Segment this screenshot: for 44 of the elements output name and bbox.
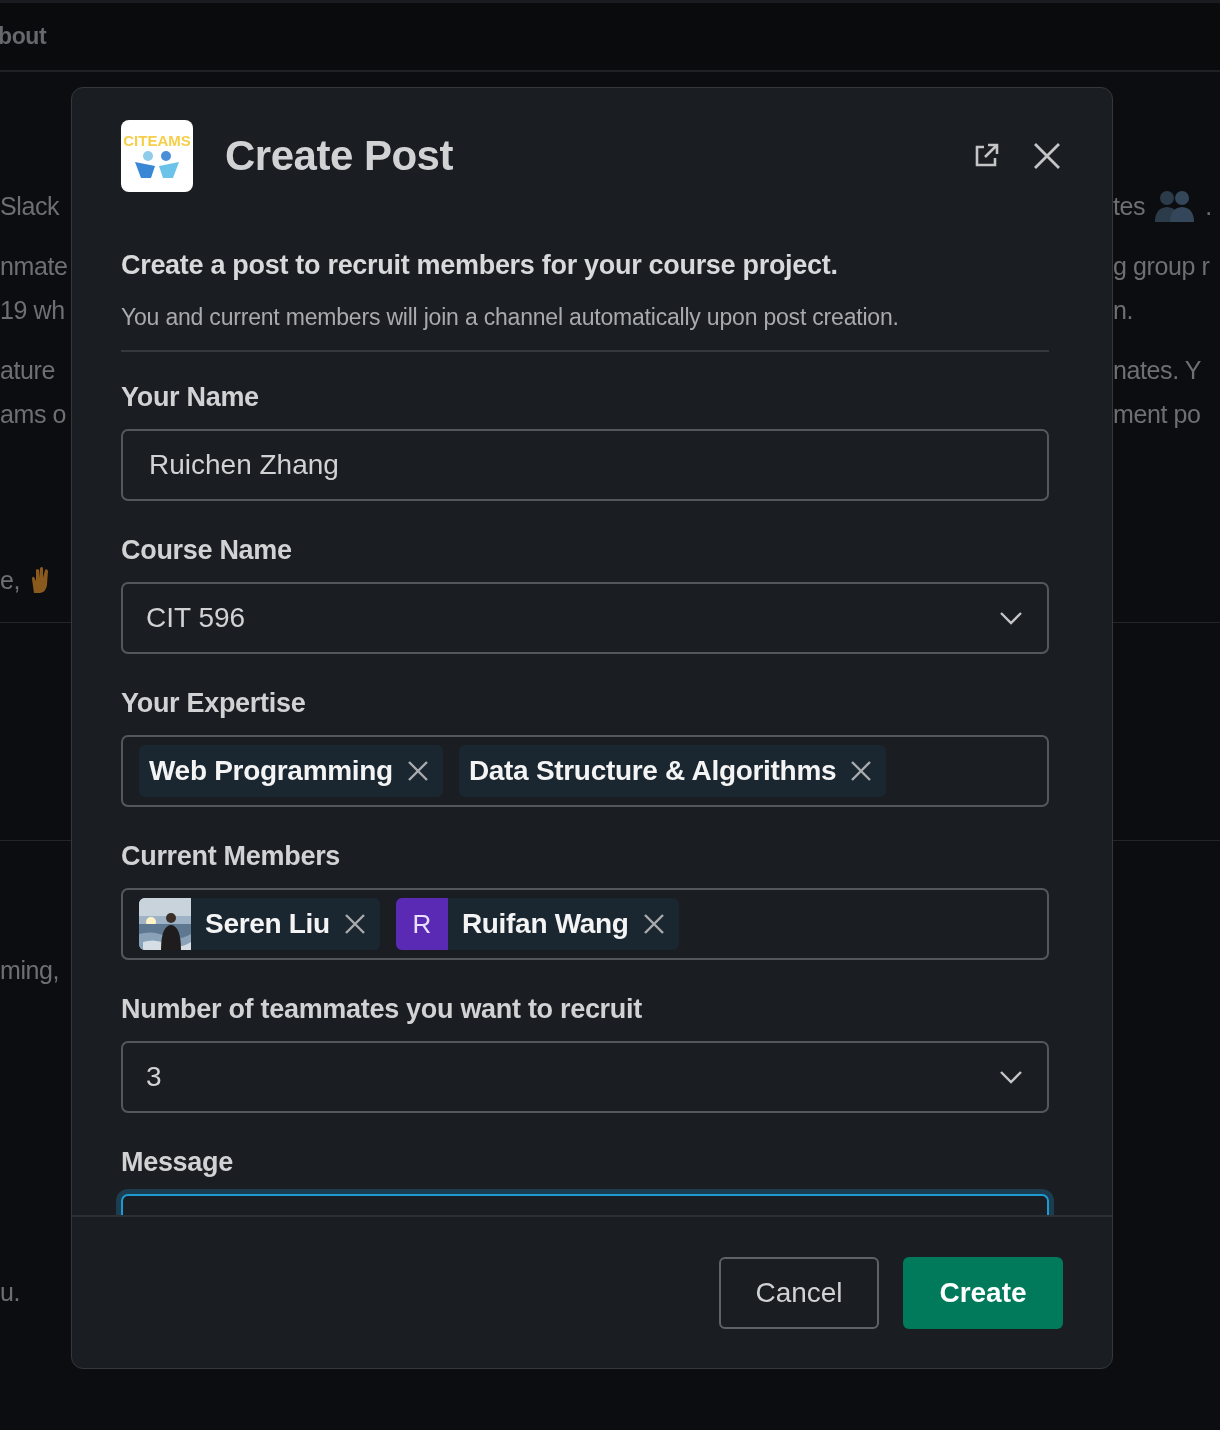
intro-text: Create a post to recruit members for your course project.: [121, 250, 839, 281]
description-text: You and current members will join a channel automatically upon post creation.: [121, 304, 900, 331]
background-text: ams o: [0, 399, 67, 429]
member-field[interactable]: Seren Liu R Ruifan Wang: [121, 888, 1049, 960]
cancel-button[interactable]: Cancel: [719, 1256, 879, 1329]
tag-label: Web Programming: [149, 755, 393, 787]
field-label: Your Name: [121, 382, 260, 413]
chevron-down-icon: [999, 1070, 1023, 1084]
member-name: Seren Liu: [205, 908, 330, 940]
background-text: nmate: [0, 251, 68, 281]
remove-icon[interactable]: [343, 913, 366, 935]
background-text: ature: [0, 355, 55, 385]
remove-icon[interactable]: [850, 760, 873, 782]
field-label: Number of teammates you want to recruit: [121, 994, 643, 1025]
dialog-title: Create Post: [225, 132, 453, 180]
background-text: nates. Y: [1113, 355, 1202, 385]
chevron-down-icon: [999, 611, 1023, 625]
field-label: Message: [121, 1147, 234, 1178]
background-text: g group r: [1113, 251, 1210, 281]
avatar: R: [395, 898, 448, 950]
remove-icon[interactable]: [406, 760, 429, 782]
background-text: 19 wh: [0, 295, 65, 325]
background-text: ming,: [0, 955, 60, 985]
background-text: e,: [0, 565, 21, 595]
tag-label: Data Structure & Algorithms: [468, 755, 837, 787]
field-label: Course Name: [121, 535, 293, 566]
remove-icon[interactable]: [642, 913, 665, 935]
select-field[interactable]: CIT 596: [121, 582, 1049, 654]
tag-field[interactable]: Web Programming Data Structure & Algorithms: [121, 735, 1049, 807]
close-icon[interactable]: [1032, 141, 1062, 171]
background-text: tes: [1113, 191, 1146, 221]
field-label: Current Members: [121, 841, 342, 872]
select-field[interactable]: 3: [121, 1041, 1049, 1113]
header-text: bout: [0, 23, 47, 50]
app-logo: CITEAMS: [121, 120, 193, 192]
field-label: Your Expertise: [121, 688, 307, 719]
create-button[interactable]: Create: [903, 1256, 1063, 1329]
member-name: Ruifan Wang: [461, 908, 629, 940]
background-text: n.: [1113, 295, 1134, 325]
text-field[interactable]: Ruichen Zhang: [121, 429, 1049, 501]
background-text: .: [1205, 191, 1212, 221]
background-text: Slack: [0, 191, 60, 221]
background-text: ment po: [1113, 399, 1201, 429]
background-text: u.: [0, 1277, 21, 1307]
